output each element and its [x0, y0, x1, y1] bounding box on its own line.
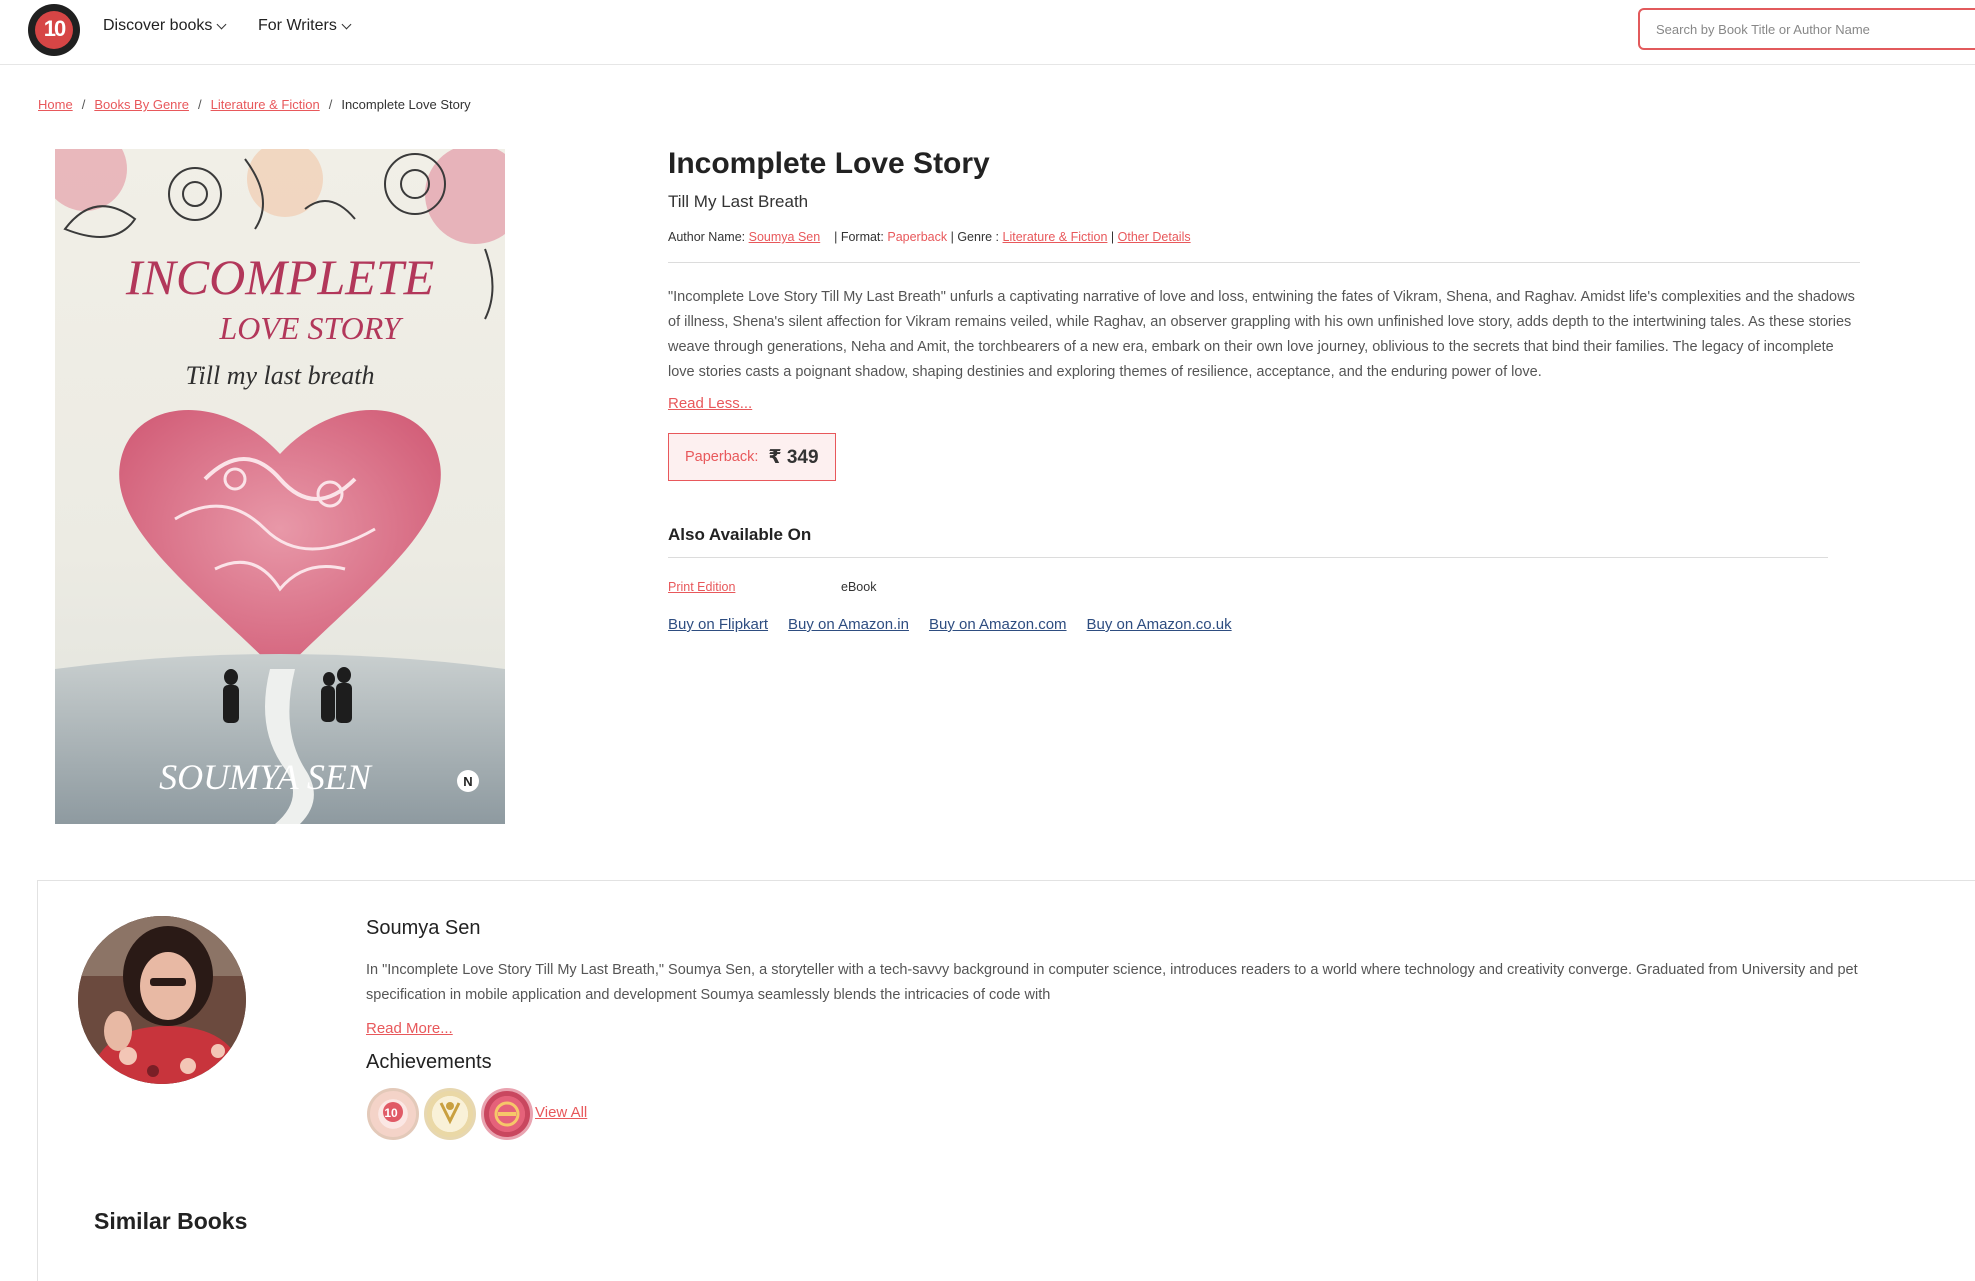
- edition-tabs: Print Edition eBook: [668, 580, 1863, 596]
- breadcrumb: Home / Books By Genre / Literature & Fiction…: [38, 97, 471, 112]
- nav-discover-books-label: Discover books: [103, 17, 213, 34]
- author-bio: In "Incomplete Love Story Till My Last B…: [366, 958, 1975, 1008]
- price-value: ₹ 349: [768, 446, 819, 468]
- nav-discover-books[interactable]: Discover books: [103, 17, 227, 35]
- divider: [668, 557, 1828, 558]
- cover-author: SOUMYA SEN: [159, 757, 373, 797]
- book-subtitle: Till My Last Breath: [668, 192, 809, 211]
- buy-amazon-in-link[interactable]: Buy on Amazon.in: [788, 616, 909, 633]
- author-bio-line: specification in mobile application and …: [366, 987, 1051, 1003]
- buy-amazon-co-uk-link[interactable]: Buy on Amazon.co.uk: [1087, 616, 1232, 633]
- book-cover-image: INCOMPLETE LOVE STORY Till my last breat…: [55, 149, 505, 824]
- search-input[interactable]: [1638, 8, 1975, 50]
- cover-subtitle: Till my last breath: [186, 361, 375, 390]
- author-bio-line: In "Incomplete Love Story Till My Last B…: [366, 962, 1858, 978]
- view-all-achievements-link[interactable]: View All: [535, 1104, 587, 1121]
- meta-separator: |: [1110, 230, 1115, 244]
- read-more-link[interactable]: Read More...: [366, 1020, 453, 1037]
- breadcrumb-home[interactable]: Home: [38, 97, 73, 112]
- breadcrumb-current: Incomplete Love Story: [341, 97, 471, 112]
- breadcrumb-genre[interactable]: Literature & Fiction: [211, 97, 320, 112]
- author-link[interactable]: Soumya Sen: [749, 230, 821, 244]
- breadcrumb-separator: /: [81, 97, 86, 112]
- read-less-link[interactable]: Read Less...: [668, 395, 752, 412]
- breadcrumb-separator: /: [197, 97, 202, 112]
- author-panel: [37, 880, 1975, 1281]
- similar-books-heading: Similar Books: [94, 1208, 248, 1234]
- breadcrumb-books-by-genre[interactable]: Books By Genre: [94, 97, 189, 112]
- tab-print-edition[interactable]: Print Edition: [668, 580, 735, 594]
- nav-for-writers[interactable]: For Writers: [258, 17, 352, 35]
- price-label: Paperback:: [685, 449, 759, 465]
- top-header: 10 Discover books For Writers: [0, 0, 1975, 65]
- breadcrumb-separator: /: [328, 97, 333, 112]
- cover-publisher-mark: N: [463, 774, 472, 789]
- achievements-heading: Achievements: [366, 1051, 492, 1073]
- tab-ebook[interactable]: eBook: [841, 580, 876, 594]
- achievement-badge-icon[interactable]: [481, 1088, 533, 1140]
- svg-text:10: 10: [384, 1106, 398, 1120]
- author-name: Soumya Sen: [366, 917, 481, 939]
- other-details-link[interactable]: Other Details: [1118, 230, 1191, 244]
- book-title: Incomplete Love Story: [668, 147, 990, 180]
- also-available-heading: Also Available On: [668, 525, 812, 544]
- site-logo[interactable]: 10: [28, 4, 80, 56]
- author-label: Author Name:: [668, 230, 746, 244]
- price-option-paperback[interactable]: Paperback: ₹ 349: [668, 433, 836, 481]
- store-links: Buy on Flipkart Buy on Amazon.in Buy on …: [668, 616, 1863, 633]
- cover-title-line2: LOVE STORY: [218, 310, 403, 346]
- chevron-down-icon: [341, 19, 352, 29]
- cover-title-line1: INCOMPLETE: [125, 249, 434, 305]
- nav-for-writers-label: For Writers: [258, 17, 337, 34]
- book-meta: Author Name: Soumya Sen | Format: Paperb…: [668, 230, 1863, 244]
- genre-link[interactable]: Literature & Fiction: [1003, 230, 1108, 244]
- genre-label: | Genre :: [950, 230, 1000, 244]
- format-label: | Format:: [834, 230, 884, 244]
- logo-text: 10: [43, 16, 66, 41]
- format-value: Paperback: [887, 230, 948, 244]
- buy-flipkart-link[interactable]: Buy on Flipkart: [668, 616, 768, 633]
- achievement-badge-icon[interactable]: 10: [367, 1088, 419, 1140]
- book-details: Incomplete Love Story Till My Last Breat…: [668, 144, 1863, 633]
- buy-amazon-com-link[interactable]: Buy on Amazon.com: [929, 616, 1067, 633]
- book-description: "Incomplete Love Story Till My Last Brea…: [668, 289, 1855, 380]
- chevron-down-icon: [216, 19, 227, 29]
- author-avatar: [78, 916, 246, 1084]
- divider: [668, 262, 1860, 263]
- achievement-badge-icon[interactable]: [424, 1088, 476, 1140]
